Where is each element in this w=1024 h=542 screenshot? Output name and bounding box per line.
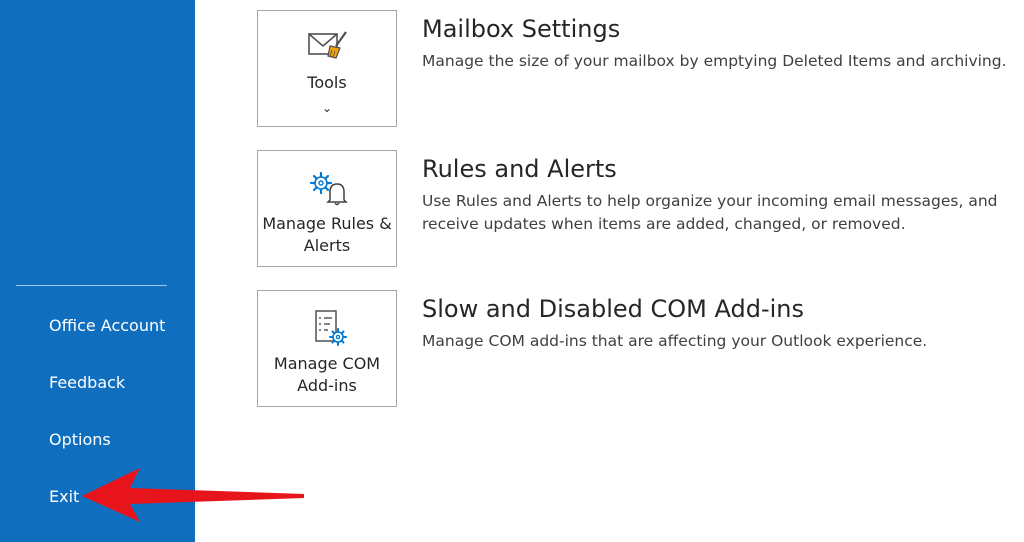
sidebar-item-label: Options [49, 430, 111, 449]
sidebar-item-label: Office Account [49, 316, 166, 335]
sidebar-item-feedback[interactable]: Feedback [0, 363, 195, 403]
backstage-sidebar: Office Account Feedback Options Exit [0, 0, 195, 542]
section-title: Rules and Alerts [422, 155, 617, 183]
com-addins-icon [306, 308, 350, 348]
tile-label: Manage COM Add-ins [273, 354, 381, 395]
sidebar-item-office-account[interactable]: Office Account [0, 306, 195, 346]
section-title: Mailbox Settings [422, 15, 621, 43]
tile-label: Manage Rules & Alerts [262, 214, 392, 255]
section-description: Use Rules and Alerts to help organize yo… [422, 192, 998, 233]
sidebar-item-label: Feedback [49, 373, 126, 392]
manage-rules-alerts-button[interactable]: Manage Rules & Alerts [257, 150, 397, 267]
section-description: Manage the size of your mailbox by empty… [422, 52, 1007, 70]
tools-button[interactable]: Tools ⌄ [257, 10, 397, 127]
chevron-down-icon: ⌄ [321, 101, 333, 115]
sidebar-item-options[interactable]: Options [0, 420, 195, 460]
outlook-backstage: Office Account Feedback Options Exit Too… [0, 0, 1024, 542]
section-description: Manage COM add-ins that are affecting yo… [422, 332, 928, 350]
sidebar-item-label: Exit [49, 487, 80, 506]
mailbox-cleanup-icon [306, 28, 350, 68]
tile-label: Tools [307, 73, 347, 92]
rules-alerts-icon [306, 168, 350, 208]
section-title: Slow and Disabled COM Add-ins [422, 295, 805, 323]
sidebar-divider [16, 285, 167, 286]
red-arrow-icon [82, 468, 304, 522]
manage-com-addins-button[interactable]: Manage COM Add-ins [257, 290, 397, 407]
